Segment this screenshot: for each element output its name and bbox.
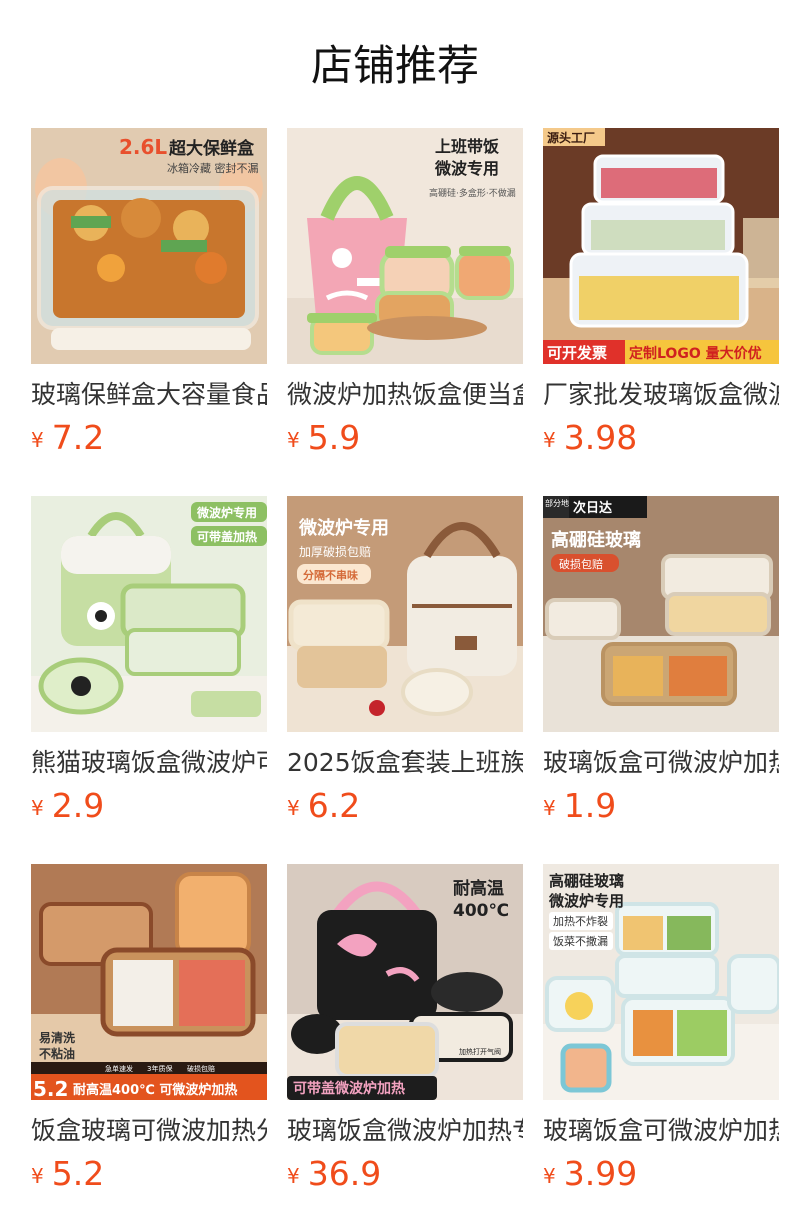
product-image[interactable]: 2.6L 超大保鲜盒 冰箱冷藏 密封不漏	[31, 128, 267, 364]
product-title[interactable]: 熊猫玻璃饭盒微波炉可加热	[31, 746, 267, 780]
product-image[interactable]: 耐高温 400℃ 可带盖微波炉加热 加热打开气阀	[287, 864, 523, 1100]
product-image[interactable]: 微波炉专用 可带盖加热	[31, 496, 267, 732]
product-badge: 急单速发	[105, 1064, 133, 1073]
page-title: 店铺推荐	[310, 41, 479, 90]
product-badge: 破损包赔	[187, 1064, 215, 1073]
product-badge: 定制LOGO 量大价优	[629, 345, 762, 362]
product-price: ¥1.9	[543, 786, 616, 826]
product-title[interactable]: 玻璃饭盒可微波炉加热上班	[543, 1114, 779, 1148]
product-badge: 微波炉专用	[298, 517, 389, 539]
product-badge: 耐高温	[453, 878, 504, 899]
product-badge: 高硼硅·多盒形·不做漏	[429, 187, 516, 199]
product-badge: 源头工厂	[547, 130, 595, 145]
product-badge: 可带盖微波炉加热	[293, 1080, 405, 1097]
product-badge: 不粘油	[39, 1046, 75, 1061]
product-title[interactable]: 玻璃保鲜盒大容量食品级	[31, 378, 267, 412]
currency-symbol: ¥	[287, 428, 300, 452]
product-title[interactable]: 玻璃饭盒可微波炉加热专用	[543, 746, 779, 780]
product-image[interactable]: 易清洗 不粘油 急单速发 3年质保 破损包赔 5.2 耐高温400℃ 可微波炉加…	[31, 864, 267, 1100]
product-badge: 加热不炸裂	[553, 915, 608, 928]
product-badge: 耐高温400℃ 可微波炉加热	[73, 1082, 237, 1098]
product-badge: 可开发票	[547, 344, 607, 362]
product-badge: 微波专用	[434, 159, 499, 178]
product-image[interactable]: 微波炉专用 加厚破损包赔 分隔不串味	[287, 496, 523, 732]
product-card[interactable]: 耐高温 400℃ 可带盖微波炉加热 加热打开气阀 玻璃饭盒微波炉加热专用 ¥36…	[287, 864, 523, 1200]
product-card[interactable]: 部分地区 次日达 高硼硅玻璃 破损包赔 玻璃饭盒可微波炉加热专用 ¥1.9	[543, 496, 779, 832]
price-amount: 5.2	[51, 1154, 105, 1193]
currency-symbol: ¥	[287, 796, 300, 820]
product-card[interactable]: 源头工厂 可开发票 定制LOGO 量大价优 厂家批发玻璃饭盒微波炉 ¥3.98	[543, 128, 779, 464]
product-card[interactable]: 高硼硅玻璃 微波炉专用 加热不炸裂 饭菜不撒漏 玻璃饭盒可微波炉加热上班 ¥3.…	[543, 864, 779, 1200]
product-badge: 微波炉专用	[548, 892, 624, 910]
product-title[interactable]: 玻璃饭盒微波炉加热专用	[287, 1114, 523, 1148]
product-image[interactable]: 源头工厂 可开发票 定制LOGO 量大价优	[543, 128, 779, 364]
product-badge: 微波炉专用	[196, 505, 257, 520]
product-title[interactable]: 厂家批发玻璃饭盒微波炉	[543, 378, 779, 412]
product-badge: 易清洗	[39, 1030, 75, 1045]
price-amount: 3.98	[563, 418, 638, 457]
currency-symbol: ¥	[543, 1164, 556, 1188]
price-amount: 36.9	[307, 1154, 382, 1193]
product-badge: 破损包赔	[559, 557, 603, 571]
price-amount: 7.2	[51, 418, 105, 457]
price-amount: 6.2	[307, 786, 361, 825]
product-badge: 400℃	[453, 901, 509, 921]
product-badge: 饭菜不撒漏	[553, 934, 608, 948]
product-image[interactable]: 部分地区 次日达 高硼硅玻璃 破损包赔	[543, 496, 779, 732]
product-badge: 次日达	[573, 500, 612, 516]
product-title[interactable]: 饭盒玻璃可微波加热分隔	[31, 1114, 267, 1148]
product-price: ¥3.99	[543, 1154, 637, 1194]
product-badge: 上班带饭	[435, 137, 499, 156]
product-image[interactable]: 上班带饭 微波专用 高硼硅·多盒形·不做漏	[287, 128, 523, 364]
currency-symbol: ¥	[31, 1164, 44, 1188]
currency-symbol: ¥	[543, 796, 556, 820]
product-price: ¥7.2	[31, 418, 104, 458]
product-badge: 加热打开气阀	[459, 1047, 501, 1056]
volume-label: 2.6L	[119, 135, 167, 159]
product-price: ¥36.9	[287, 1154, 381, 1194]
product-badge: 高硼硅玻璃	[551, 529, 641, 551]
product-card[interactable]: 上班带饭 微波专用 高硼硅·多盒形·不做漏 微波炉加热饭盒便当盒套装 ¥5.9	[287, 128, 523, 464]
product-price: ¥5.2	[31, 1154, 104, 1194]
product-card[interactable]: 微波炉专用 可带盖加热 熊猫玻璃饭盒微波炉可加热 ¥2.9	[31, 496, 267, 832]
product-price: ¥6.2	[287, 786, 360, 826]
price-amount: 5.9	[307, 418, 361, 457]
price-amount: 1.9	[563, 786, 617, 825]
price-amount: 2.9	[51, 786, 105, 825]
product-price: ¥2.9	[31, 786, 104, 826]
currency-symbol: ¥	[287, 1164, 300, 1188]
currency-symbol: ¥	[543, 428, 556, 452]
product-badge: 5.2	[33, 1077, 68, 1100]
product-badge: 加厚破损包赔	[299, 544, 371, 559]
currency-symbol: ¥	[31, 796, 44, 820]
product-price: ¥3.98	[543, 418, 637, 458]
product-title[interactable]: 微波炉加热饭盒便当盒套装	[287, 378, 523, 412]
product-card[interactable]: 易清洗 不粘油 急单速发 3年质保 破损包赔 5.2 耐高温400℃ 可微波炉加…	[31, 864, 267, 1200]
currency-symbol: ¥	[31, 428, 44, 452]
product-badge: 高硼硅玻璃	[549, 872, 624, 890]
product-title[interactable]: 2025饭盒套装上班族可微波	[287, 746, 523, 780]
price-amount: 3.99	[563, 1154, 638, 1193]
product-price: ¥5.9	[287, 418, 360, 458]
product-badge: 冰箱冷藏 密封不漏	[167, 161, 259, 175]
product-badge: 分隔不串味	[303, 568, 358, 582]
product-card[interactable]: 2.6L 超大保鲜盒 冰箱冷藏 密封不漏 玻璃保鲜盒大容量食品级 ¥7.2	[31, 128, 267, 464]
product-badge: 3年质保	[147, 1064, 172, 1073]
product-badge: 超大保鲜盒	[169, 138, 255, 159]
product-badge: 可带盖加热	[197, 529, 257, 544]
product-card[interactable]: 微波炉专用 加厚破损包赔 分隔不串味 2025饭盒套装上班族可微波 ¥6.2	[287, 496, 523, 832]
product-image[interactable]: 高硼硅玻璃 微波炉专用 加热不炸裂 饭菜不撒漏	[543, 864, 779, 1100]
